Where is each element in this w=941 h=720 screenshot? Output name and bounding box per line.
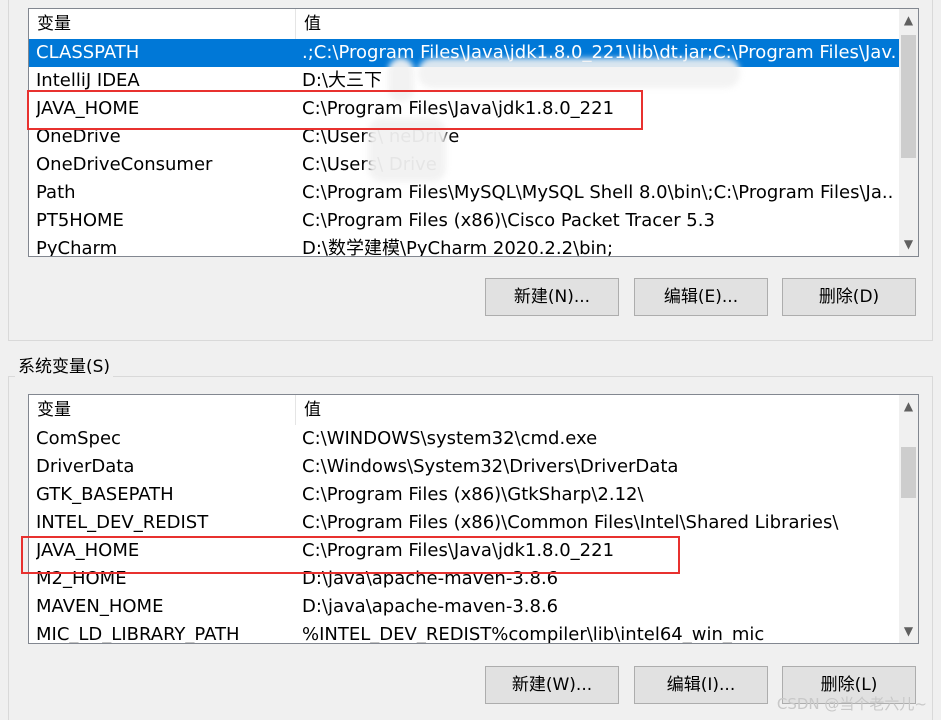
- vertical-scrollbar[interactable]: ▲ ▼: [899, 395, 918, 643]
- table-row[interactable]: M2_HOME D:\java\apache-maven-3.8.6: [29, 565, 899, 593]
- variable-name-cell: JAVA_HOME: [36, 98, 140, 119]
- variable-name-cell: IntelliJ IDEA: [36, 70, 140, 91]
- variable-value-cell: C:\Program Files (x86)\GtkSharp\2.12\: [302, 484, 644, 505]
- redaction-blur: [418, 58, 740, 88]
- list-header: 变量 值: [29, 9, 899, 39]
- variable-value-cell: C:\Program Files (x86)\Common Files\Inte…: [302, 512, 839, 533]
- list-header: 变量 值: [29, 395, 899, 425]
- variable-name-cell: PT5HOME: [36, 210, 124, 231]
- table-row[interactable]: DriverData C:\Windows\System32\Drivers\Dr…: [29, 453, 899, 481]
- variable-name-cell: MAVEN_HOME: [36, 596, 164, 617]
- table-row[interactable]: PT5HOME C:\Program Files (x86)\Cisco Pack…: [29, 207, 899, 235]
- variable-name-cell: INTEL_DEV_REDIST: [36, 512, 209, 533]
- redaction-blur: [388, 58, 414, 102]
- chevron-up-icon[interactable]: ▲: [899, 397, 918, 416]
- chevron-up-icon[interactable]: ▲: [899, 11, 918, 30]
- table-row[interactable]: INTEL_DEV_REDIST C:\Program Files (x86)\C…: [29, 509, 899, 537]
- variable-name-cell: PyCharm: [36, 238, 118, 257]
- variable-name-cell: ComSpec: [36, 428, 121, 449]
- scrollbar-thumb[interactable]: [901, 35, 916, 158]
- system-edit-button[interactable]: 编辑(I)...: [634, 666, 768, 704]
- watermark: CSDN @当个老六儿~: [776, 695, 927, 713]
- scrollbar-thumb[interactable]: [901, 447, 916, 498]
- variable-value-cell: %INTEL_DEV_REDIST%compiler\lib\intel64_w…: [302, 624, 765, 644]
- table-row[interactable]: OneDriveC:\Users\ neDrive: [29, 123, 899, 151]
- table-row[interactable]: ComSpec C:\WINDOWS\system32\cmd.exe: [29, 425, 899, 453]
- variable-value-cell: D:\java\apache-maven-3.8.6: [302, 568, 559, 589]
- column-header-value[interactable]: 值: [296, 9, 899, 39]
- variable-value-cell: C:\Program Files\MySQL\MySQL Shell 8.0\b…: [302, 182, 895, 203]
- user-new-button[interactable]: 新建(N)...: [485, 278, 619, 316]
- user-delete-button[interactable]: 删除(D): [782, 278, 916, 316]
- table-row[interactable]: PyCharm D:\数学建模\PyCharm 2020.2.2\bin;: [29, 235, 899, 257]
- variable-name-cell: M2_HOME: [36, 568, 127, 589]
- vertical-scrollbar[interactable]: ▲ ▼: [899, 9, 918, 256]
- variable-name-cell: CLASSPATH: [36, 42, 140, 63]
- variable-name-cell: JAVA_HOME: [36, 540, 140, 561]
- column-header-value[interactable]: 值: [296, 395, 899, 425]
- variable-value-cell: C:\Windows\System32\Drivers\DriverData: [302, 456, 679, 477]
- user-variables-list[interactable]: 变量 值 CLASSPATH .;C:\Program Files\Java\jd…: [28, 8, 919, 257]
- system-variables-label: 系统变量(S): [15, 355, 114, 379]
- variable-name-cell: OneDriveConsumer: [36, 154, 213, 175]
- table-row[interactable]: OneDriveConsumerC:\Users\ Drive: [29, 151, 899, 179]
- table-row[interactable]: Path C:\Program Files\MySQL\MySQL Shell 8…: [29, 179, 899, 207]
- variable-name-cell: MIC_LD_LIBRARY_PATH: [36, 624, 240, 644]
- system-variables-rows: ComSpec C:\WINDOWS\system32\cmd.exe Driver…: [29, 425, 899, 643]
- table-row[interactable]: JAVA_HOME C:\Program Files\Java\jdk1.8.0_…: [29, 95, 899, 123]
- chevron-down-icon[interactable]: ▼: [899, 622, 918, 641]
- user-edit-button[interactable]: 编辑(E)...: [634, 278, 768, 316]
- column-header-name[interactable]: 变量: [29, 9, 296, 39]
- table-row[interactable]: JAVA_HOME C:\Program Files\Java\jdk1.8.0_…: [29, 537, 899, 565]
- system-variables-list[interactable]: 变量 值 ComSpec C:\WINDOWS\system32\cmd.exe D…: [28, 394, 919, 644]
- variable-value-cell: D:\java\apache-maven-3.8.6: [302, 596, 559, 617]
- variable-value-cell: C:\WINDOWS\system32\cmd.exe: [302, 428, 598, 449]
- variable-name-cell: Path: [36, 182, 76, 203]
- variable-name-cell: OneDrive: [36, 126, 121, 147]
- table-row[interactable]: MIC_LD_LIBRARY_PATH %INTEL_DEV_REDIST%com…: [29, 621, 899, 644]
- variable-name-cell: GTK_BASEPATH: [36, 484, 174, 505]
- system-new-button[interactable]: 新建(W)...: [485, 666, 619, 704]
- variable-value-cell: C:\Program Files (x86)\Cisco Packet Trac…: [302, 210, 715, 231]
- variable-name-cell: DriverData: [36, 456, 135, 477]
- redaction-blur: [368, 118, 446, 182]
- table-row[interactable]: MAVEN_HOME D:\java\apache-maven-3.8.6: [29, 593, 899, 621]
- column-header-name[interactable]: 变量: [29, 395, 296, 425]
- variable-value-cell: C:\Program Files\Java\jdk1.8.0_221: [302, 540, 615, 561]
- table-row[interactable]: GTK_BASEPATH C:\Program Files (x86)\GtkSh…: [29, 481, 899, 509]
- chevron-down-icon[interactable]: ▼: [899, 235, 918, 254]
- variable-value-cell: D:\数学建模\PyCharm 2020.2.2\bin;: [302, 238, 614, 257]
